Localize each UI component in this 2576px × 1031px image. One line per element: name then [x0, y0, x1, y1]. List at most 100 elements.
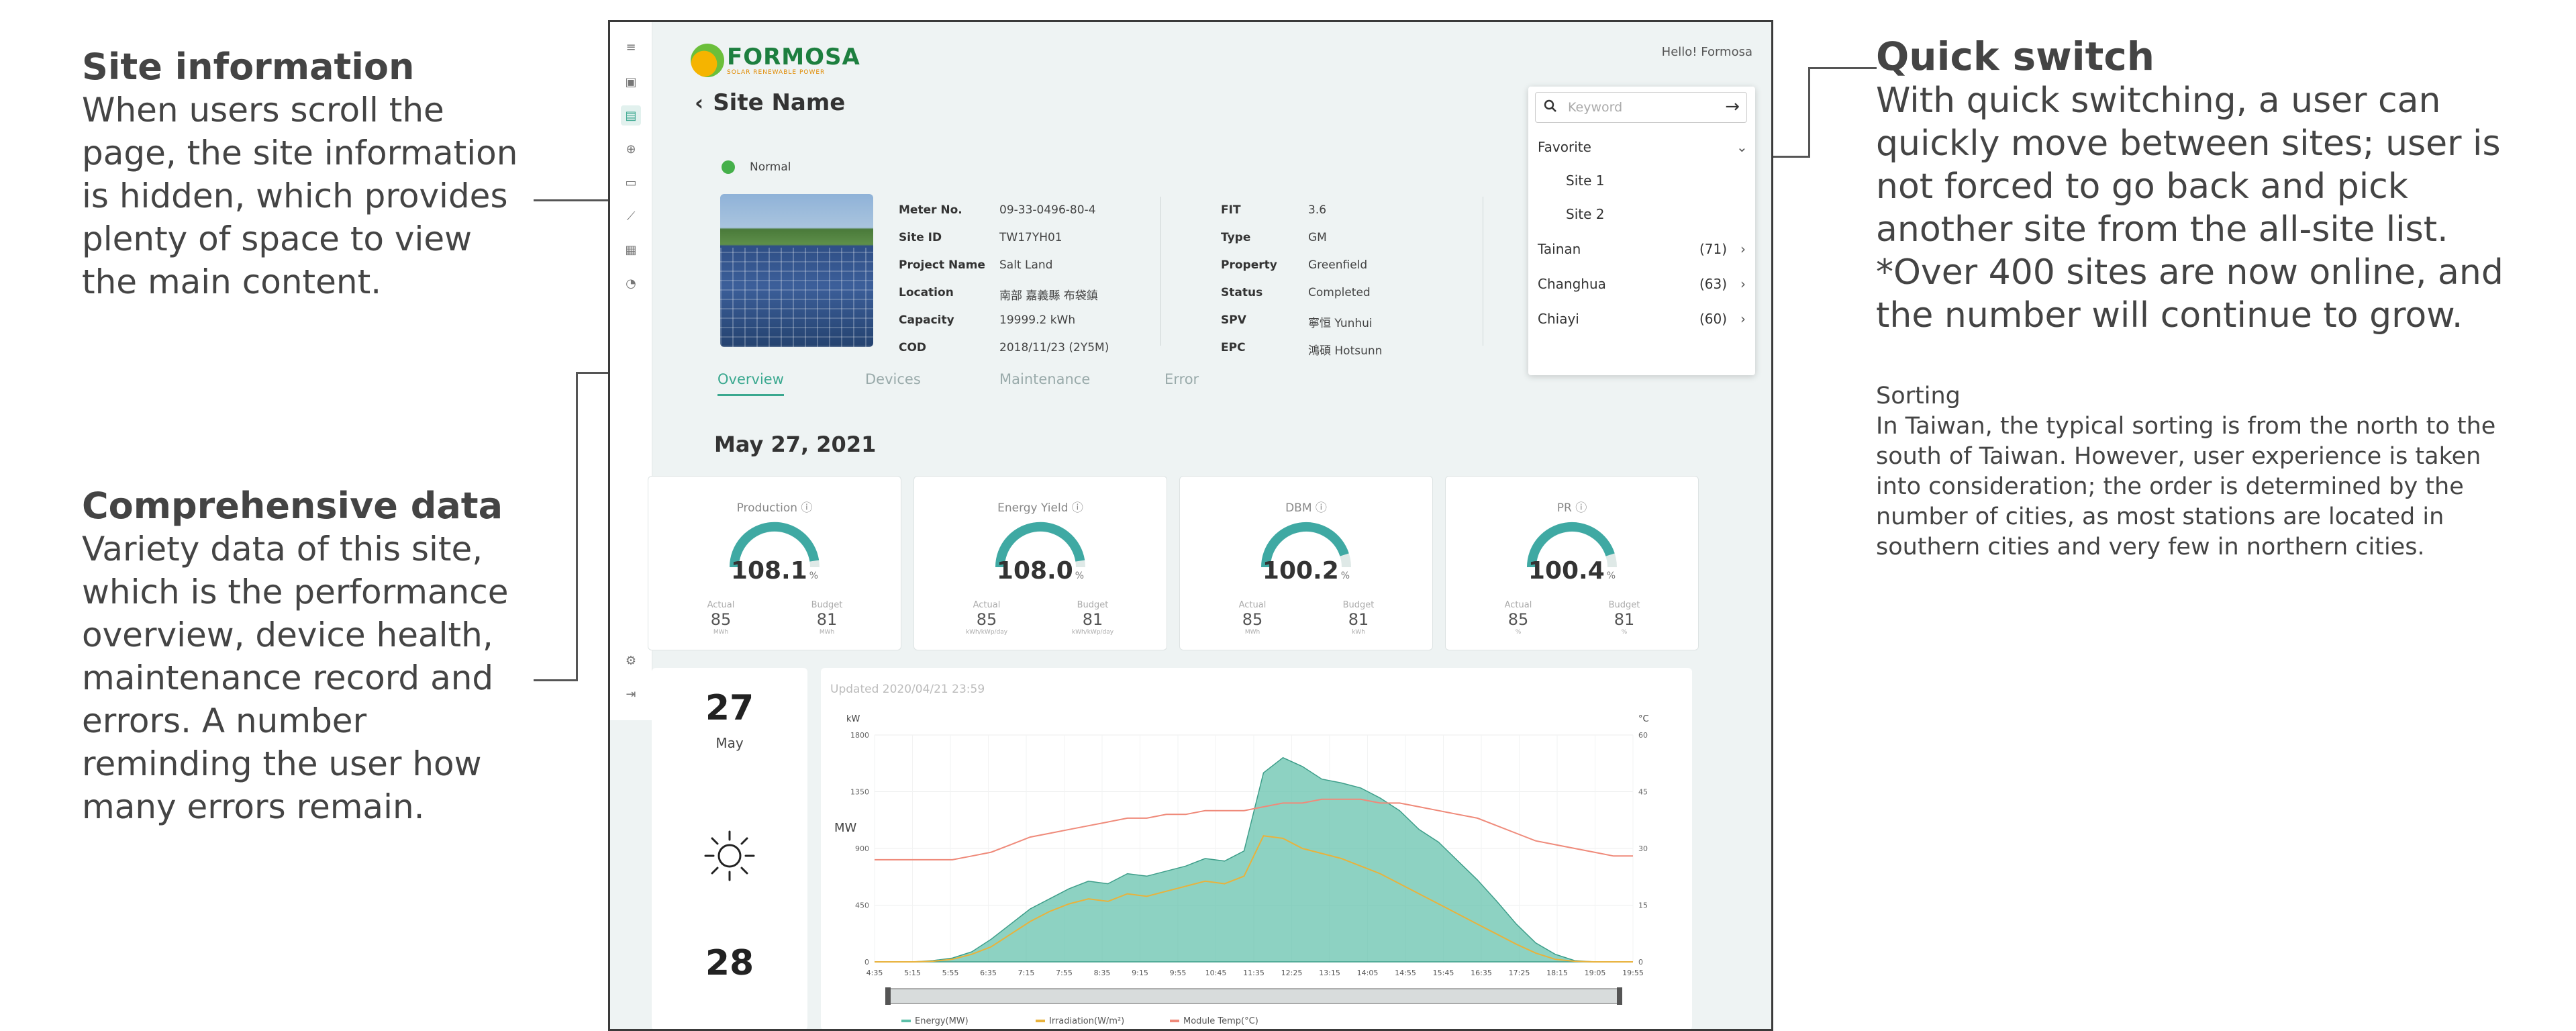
city-count: (63): [1699, 276, 1727, 292]
info-icon[interactable]: ⓘ: [1316, 501, 1327, 515]
x-tick-label: 5:15: [904, 969, 921, 977]
city-label: Tainan: [1538, 241, 1581, 257]
chevron-right-icon: ›: [1740, 276, 1746, 292]
city-item-changhua[interactable]: Changhua (63) ›: [1538, 271, 1746, 297]
kpi-percent: 108.0%: [996, 557, 1085, 585]
city-count: (71): [1699, 241, 1727, 257]
dashboard-icon[interactable]: ▣: [621, 72, 641, 92]
favorite-group[interactable]: Favorite ⌄: [1538, 134, 1748, 160]
x-tick-label: 17:25: [1509, 969, 1530, 977]
weather-month: May: [715, 735, 744, 751]
favorite-site-item[interactable]: Site 2: [1566, 201, 1746, 228]
annotation-body: In Taiwan, the typical sorting is from t…: [1876, 413, 2496, 560]
kpi-card[interactable]: PR ⓘ 100.4% Actual 85% Budget 81%: [1445, 476, 1699, 650]
kpi-actual: Actual 85 MWh: [694, 600, 748, 636]
updated-timestamp: Updated 2020/04/21 23:59: [830, 683, 985, 696]
legend-swatch: [1170, 1020, 1179, 1022]
energy-chart-panel: Updated 2020/04/21 23:59 0 450 900 1350 1800…: [821, 668, 1692, 1029]
x-tick-label: 15:45: [1433, 969, 1454, 977]
info-key: Meter No.: [899, 203, 962, 217]
kpi-card[interactable]: DBM ⓘ 100.2% Actual 85 MWh Budget 81 kWh: [1179, 476, 1433, 650]
actual-value: 85: [710, 610, 732, 629]
kpi-percent-value: 100.2: [1262, 557, 1339, 585]
x-tick-label: 8:35: [1094, 969, 1111, 977]
sites-icon[interactable]: ▤: [621, 105, 641, 126]
site-photo: [720, 194, 873, 347]
y-tick-label-left: 450: [855, 901, 869, 910]
settings-icon[interactable]: ⚙: [621, 650, 641, 671]
connector-line: [576, 372, 578, 681]
tab-maintenance[interactable]: Maintenance: [999, 371, 1090, 394]
actual-value: 85: [1507, 610, 1529, 629]
annotation-title: Sorting: [1876, 383, 1961, 409]
actual-unit: kWh/kWp/day: [965, 629, 1008, 636]
kpi-percent-value: 100.4: [1528, 557, 1605, 585]
kpi-title-text: Energy Yield: [997, 501, 1069, 515]
y-axis-unit-right: °C: [1638, 714, 1649, 724]
devices-icon[interactable]: ⊕: [621, 139, 641, 159]
logout-icon[interactable]: ⇥: [621, 684, 641, 704]
info-value: 寧恒 Yunhui: [1308, 317, 1373, 330]
info-value: 南部 嘉義縣 布袋鎮: [999, 289, 1098, 303]
kpi-percent: 100.2%: [1262, 557, 1350, 585]
info-key: EPC: [1221, 341, 1246, 354]
kpi-actual: Actual 85 kWh/kWp/day: [960, 600, 1013, 636]
tab-devices[interactable]: Devices: [865, 371, 921, 394]
x-tick-label: 13:15: [1319, 969, 1340, 977]
info-value: 3.6: [1308, 203, 1327, 217]
budget-value: 81: [816, 610, 838, 629]
favorite-label: Favorite: [1538, 139, 1591, 155]
report-date: May 27, 2021: [714, 432, 877, 457]
status-dot-icon: [722, 160, 735, 174]
city-item-chiayi[interactable]: Chiayi (60) ›: [1538, 305, 1746, 332]
budget-value: 81: [1614, 610, 1635, 629]
weather-day: 28: [705, 943, 754, 983]
actual-unit: MWh: [1244, 629, 1260, 636]
trend-icon[interactable]: ⟋: [621, 206, 641, 226]
legend-swatch: [1036, 1020, 1045, 1022]
kpi-actual: Actual 85 MWh: [1226, 600, 1279, 636]
annotation-body: With quick switching, a user can quickly…: [1876, 81, 2504, 336]
info-icon[interactable]: ⓘ: [801, 501, 812, 515]
kpi-budget: Budget 81 kWh: [1332, 600, 1385, 636]
tab-overview[interactable]: Overview: [717, 371, 784, 396]
actual-label: Actual: [973, 600, 1001, 610]
report-icon[interactable]: ▦: [621, 240, 641, 260]
kpi-title: Production ⓘ: [648, 498, 901, 515]
x-tick-label: 12:25: [1281, 969, 1303, 977]
kpi-budget: Budget 81 MWh: [800, 600, 854, 636]
maintenance-icon[interactable]: ◔: [621, 273, 641, 293]
back-button[interactable]: ‹ Site Name: [695, 89, 845, 116]
x-tick-label: 7:15: [1018, 969, 1035, 977]
kpi-card[interactable]: Production ⓘ 108.1% Actual 85 MWh Budget 81 MWh: [648, 476, 901, 650]
kpi-percent: 108.1%: [730, 557, 819, 585]
x-tick-label: 14:55: [1395, 969, 1416, 977]
monitor-icon[interactable]: ▭: [621, 173, 641, 193]
y-axis-inner-label: MW: [834, 821, 857, 835]
favorite-site-item[interactable]: Site 1: [1566, 167, 1746, 194]
keyword-input[interactable]: [1567, 98, 1710, 117]
budget-value: 81: [1082, 610, 1103, 629]
annotation-quick-switch: Quick switch With quick switching, a use…: [1876, 34, 2520, 337]
info-value: 2018/11/23 (2Y5M): [999, 341, 1109, 354]
y-tick-label-left: 1800: [850, 731, 869, 740]
chevron-right-icon: ›: [1740, 241, 1746, 257]
info-value: Completed: [1308, 286, 1371, 299]
kpi-card[interactable]: Energy Yield ⓘ 108.0% Actual 85 kWh/kWp/day B…: [913, 476, 1167, 650]
city-item-tainan[interactable]: Tainan (71) ›: [1538, 236, 1746, 262]
x-tick-label: 18:15: [1546, 969, 1568, 977]
info-icon[interactable]: ⓘ: [1072, 501, 1083, 515]
x-tick-label: 19:55: [1622, 969, 1644, 977]
page-title: Site Name: [713, 89, 846, 116]
annotation-title: Quick switch: [1876, 34, 2155, 79]
arrow-right-icon[interactable]: →: [1725, 97, 1740, 117]
kpi-budget: Budget 81%: [1597, 600, 1651, 636]
tab-error[interactable]: Error: [1165, 371, 1199, 394]
logo-name: FORMOSA: [727, 44, 860, 70]
app-window: ≡ ▣ ▤ ⊕ ▭ ⟋ ▦ ◔ ⚙ ⇥ FORMOSA SOLAR RENEWA…: [608, 20, 1773, 1031]
info-icon[interactable]: ⓘ: [1575, 501, 1587, 515]
menu-icon[interactable]: ≡: [621, 37, 641, 57]
kpi-title-text: DBM: [1285, 501, 1312, 515]
logo-mark-icon: [691, 44, 724, 77]
tab-bar: Overview Devices Maintenance Error: [691, 371, 1738, 403]
